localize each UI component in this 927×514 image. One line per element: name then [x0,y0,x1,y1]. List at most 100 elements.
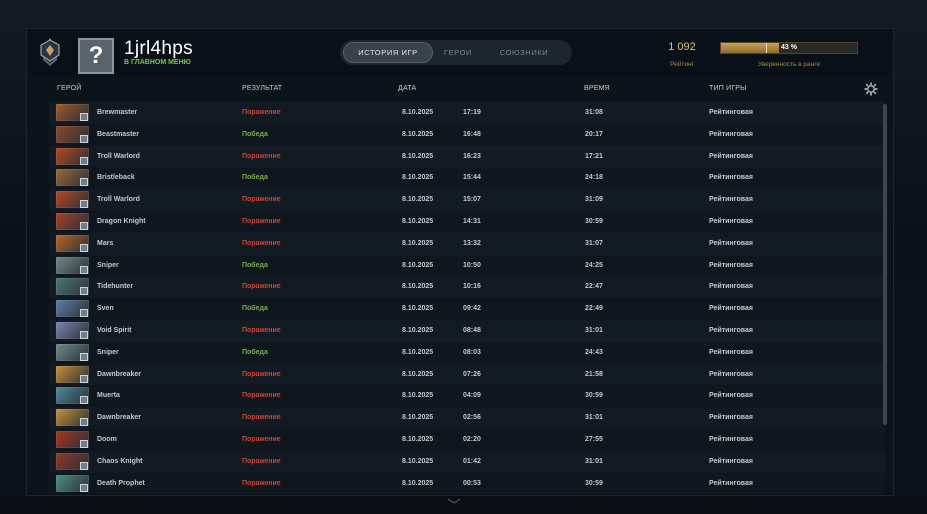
avatar[interactable]: ? [78,38,114,74]
match-duration: 27:55 [585,435,603,443]
match-result: Поражение [242,196,281,204]
match-start-time: 07:26 [463,370,481,378]
match-type: Рейтинговая [709,261,753,269]
match-date: 8.10.2025 [402,348,434,356]
table-row[interactable]: Dragon Knight Поражение 8.10.2025 14:31 30:5… [49,210,885,233]
hero-name: Brewmaster [97,109,138,116]
rank-confidence-label: Уверенность в ранге [757,61,821,68]
match-history-panel: ? 1jrl4hps В ГЛАВНОМ МЕНЮ ИСТОРИЯ ИГР ГЕ… [26,28,894,496]
match-type: Рейтинговая [709,130,753,138]
match-type: Рейтинговая [709,370,753,378]
role-badge-icon [80,221,88,230]
table-row[interactable]: Sniper Победа 8.10.2025 08:03 24:43 Рейтингов… [49,341,885,364]
match-date: 8.10.2025 [402,109,434,116]
match-start-time: 09:42 [463,305,481,313]
hero-name: Death Prophet [97,479,145,487]
role-badge-icon [80,178,88,187]
match-start-time: 16:48 [463,130,481,138]
match-duration: 30:59 [585,479,603,487]
match-duration: 31:01 [585,457,603,465]
table-row[interactable]: Troll Warlord Поражение 8.10.2025 15:07 31:0… [49,189,885,211]
match-date: 8.10.2025 [402,174,434,182]
column-header-duration[interactable]: ВРЕМЯ [584,85,610,92]
avatar-placeholder-glyph: ? [88,42,104,69]
match-result: Поражение [242,283,281,291]
match-start-time: 10:16 [463,283,481,291]
match-duration: 31:01 [585,326,603,334]
match-type: Рейтинговая [709,457,753,465]
tab-match-history[interactable]: ИСТОРИЯ ИГР [343,42,433,63]
table-row[interactable]: Sniper Победа 8.10.2025 10:50 24:25 Рейтингов… [49,254,885,277]
role-badge-icon [80,287,88,296]
match-result: Победа [242,261,268,269]
hero-name: Muerta [97,392,120,400]
match-date: 8.10.2025 [402,392,434,400]
match-result: Поражение [242,457,281,465]
table-row[interactable]: Mars Поражение 8.10.2025 13:32 31:07 Рейтинго… [49,232,885,255]
hero-name: Dawnbreaker [97,370,141,378]
match-start-time: 01:42 [463,457,481,465]
table-row[interactable]: Bristleback Победа 8.10.2025 15:44 24:18 Рейт… [49,167,885,190]
table-row[interactable]: Death Prophet Поражение 8.10.2025 00:53 30:5… [49,472,885,495]
match-duration: 30:59 [585,392,603,400]
column-header-result[interactable]: РЕЗУЛЬТАТ [242,85,282,92]
hero-name: Sniper [97,261,119,269]
match-result: Победа [242,130,268,138]
match-type: Рейтинговая [709,479,753,487]
match-start-time: 10:50 [463,261,481,269]
column-header-type[interactable]: ТИП ИГРЫ [709,85,747,92]
table-row[interactable]: Chaos Knight Поражение 8.10.2025 01:42 31:01… [49,450,885,473]
tab-heroes[interactable]: ГЕРОИ [433,42,483,63]
username[interactable]: 1jrl4hps [124,38,193,60]
hero-name: Bristleback [97,174,135,182]
hero-name: Beastmaster [97,130,140,138]
hero-name: Sven [97,305,114,313]
match-type: Рейтинговая [709,435,753,443]
rank-medal-icon[interactable] [37,37,63,67]
gear-icon[interactable] [864,82,878,96]
chevron-down-icon[interactable] [447,498,461,504]
table-row[interactable]: Beastmaster Победа 8.10.2025 16:48 20:17 Рейт… [49,123,885,146]
rank-confidence-text: 43 % [781,44,797,51]
role-badge-icon [80,483,88,492]
table-row[interactable]: Sven Победа 8.10.2025 09:42 22:49 Рейтинговая [49,298,885,320]
table-row[interactable]: Void Spirit Поражение 8.10.2025 08:48 31:01 Р… [49,319,885,342]
match-type: Рейтинговая [709,348,753,356]
match-duration: 24:25 [585,261,603,269]
match-duration: 31:08 [585,109,603,116]
match-result: Поражение [242,435,281,443]
table-row[interactable]: Brewmaster Поражение 8.10.2025 17:19 31:08 Ре… [49,102,885,124]
rating-value: 1 092 [668,41,696,53]
match-result: Поражение [242,326,281,334]
match-start-time: 02:56 [463,414,481,422]
match-duration: 31:01 [585,414,603,422]
scrollbar[interactable] [883,104,887,425]
match-date: 8.10.2025 [402,305,434,313]
role-badge-icon [80,374,88,383]
match-type: Рейтинговая [709,239,753,247]
match-duration: 24:43 [585,348,603,356]
role-badge-icon [80,352,88,361]
match-type: Рейтинговая [709,196,753,204]
match-type: Рейтинговая [709,305,753,313]
profile-tabs: ИСТОРИЯ ИГР ГЕРОИ СОЮЗНИКИ [340,40,572,65]
match-start-time: 13:32 [463,239,481,247]
match-result: Поражение [242,370,281,378]
column-header-hero[interactable]: ГЕРОЙ [57,85,81,92]
match-start-time: 04:09 [463,392,481,400]
table-row[interactable]: Troll Warlord Поражение 8.10.2025 16:23 17:2… [49,145,885,168]
hero-name: Sniper [97,348,119,356]
column-header-date[interactable]: ДАТА [398,85,416,92]
table-row[interactable]: Dawnbreaker Поражение 8.10.2025 02:56 31:01 Р… [49,407,885,429]
tab-allies[interactable]: СОЮЗНИКИ [483,42,565,63]
table-row[interactable]: Doom Поражение 8.10.2025 02:20 27:55 Рейтинго… [49,428,885,451]
match-start-time: 02:20 [463,435,481,443]
table-row[interactable]: Muerta Поражение 8.10.2025 04:09 30:59 Рейтин… [49,385,885,408]
hero-name: Mars [97,239,114,247]
match-date: 8.10.2025 [402,261,434,269]
match-date: 8.10.2025 [402,130,434,138]
table-row[interactable]: Dawnbreaker Поражение 8.10.2025 07:26 21:58 Р… [49,363,885,386]
table-row[interactable]: Tidehunter Поражение 8.10.2025 10:16 22:47 Ре… [49,276,885,299]
hero-name: Troll Warlord [97,152,140,160]
match-type: Рейтинговая [709,217,753,225]
